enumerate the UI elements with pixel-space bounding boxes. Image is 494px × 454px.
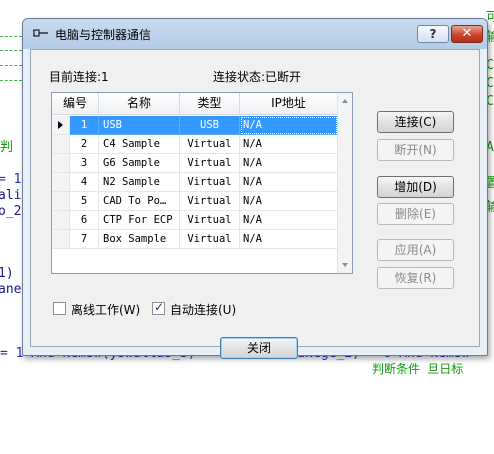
table-row[interactable]: 2 C4 Sample Virtual N/A — [52, 135, 338, 154]
apply-button[interactable]: 应用(A) — [377, 239, 454, 261]
row-name: CAD To Po… — [99, 192, 180, 211]
row-indicator — [52, 154, 70, 173]
delete-button[interactable]: 删除(E) — [377, 203, 454, 225]
row-ip: N/A — [240, 135, 338, 154]
row-indicator — [52, 135, 70, 154]
row-number: 2 — [70, 135, 99, 154]
row-type: Virtual — [180, 135, 240, 154]
scroll-up-arrow-icon[interactable] — [342, 99, 348, 103]
add-button[interactable]: 增加(D) — [377, 176, 454, 198]
disconnect-button[interactable]: 断开(N) — [377, 139, 454, 161]
code-line: o_2 — [0, 204, 22, 219]
code-chinese-char: 判 — [0, 140, 14, 155]
row-number: 5 — [70, 192, 99, 211]
row-ip: N/A — [240, 192, 338, 211]
row-number: 7 — [70, 230, 99, 249]
connection-plug-icon — [33, 27, 49, 39]
communication-dialog: 电脑与控制器通信 ? ✕ 目前连接:1 连接状态:已断开 编号 名称 类型 IP… — [22, 18, 488, 359]
dialog-titlebar[interactable]: 电脑与控制器通信 ? ✕ — [23, 19, 487, 49]
row-name: C4 Sample — [99, 135, 180, 154]
row-indicator — [52, 173, 70, 192]
column-header-type[interactable]: 类型 — [180, 93, 240, 115]
code-line: 1) — [0, 266, 14, 281]
dialog-body: 目前连接:1 连接状态:已断开 编号 名称 类型 IP地址 1 USB USB … — [30, 49, 480, 359]
row-number: 4 — [70, 173, 99, 192]
offline-work-checkbox[interactable] — [53, 302, 66, 315]
code-comment: 判断条件 旦日标 — [372, 362, 464, 376]
row-type: Virtual — [180, 192, 240, 211]
row-number: 6 — [70, 211, 99, 230]
table-row[interactable]: 4 N2 Sample Virtual N/A — [52, 173, 338, 192]
row-ip: N/A — [240, 154, 338, 173]
list-vertical-scrollbar[interactable] — [337, 93, 352, 273]
column-header-number[interactable]: 编号 — [52, 93, 99, 115]
table-row[interactable]: 1 USB USB N/A — [52, 116, 338, 135]
row-name: N2 Sample — [99, 173, 180, 192]
row-type: USB — [180, 116, 240, 135]
row-name: Box Sample — [99, 230, 180, 249]
code-dash-line — [0, 50, 22, 51]
code-line: = 1 — [0, 172, 22, 187]
row-indicator — [52, 116, 70, 135]
row-type: Virtual — [180, 230, 240, 249]
dialog-close-button[interactable]: 关闭 — [220, 337, 298, 359]
row-indicator — [52, 230, 70, 249]
row-name: USB — [99, 116, 180, 135]
row-type: Virtual — [180, 211, 240, 230]
checkmark-icon: ✓ — [154, 300, 165, 314]
row-name: G6 Sample — [99, 154, 180, 173]
row-ip: N/A — [240, 230, 338, 249]
row-name: CTP For ECP — [99, 211, 180, 230]
row-ip: N/A — [240, 116, 338, 135]
window-close-button[interactable]: ✕ — [451, 25, 483, 43]
row-type: Virtual — [180, 173, 240, 192]
restore-button[interactable]: 恢复(R) — [377, 267, 454, 289]
column-header-name[interactable]: 名称 — [99, 93, 180, 115]
table-row[interactable]: 7 Box Sample Virtual N/A — [52, 230, 338, 249]
table-row[interactable]: 5 CAD To Po… Virtual N/A — [52, 192, 338, 211]
row-type: Virtual — [180, 154, 240, 173]
connection-list[interactable]: 编号 名称 类型 IP地址 1 USB USB N/A 2 C4 Sample … — [51, 92, 353, 274]
current-connection-label: 目前连接:1 — [49, 70, 109, 84]
row-indicator — [52, 192, 70, 211]
row-number: 3 — [70, 154, 99, 173]
list-header: 编号 名称 类型 IP地址 — [52, 93, 338, 115]
table-row[interactable]: 6 CTP For ECP Virtual N/A — [52, 211, 338, 230]
column-header-ip[interactable]: IP地址 — [240, 93, 338, 115]
row-ip: N/A — [240, 211, 338, 230]
code-dash-line — [0, 65, 22, 66]
current-row-arrow-icon — [58, 121, 63, 129]
help-button[interactable]: ? — [417, 25, 449, 43]
row-indicator — [52, 211, 70, 230]
connection-status-label: 连接状态:已断开 — [213, 70, 302, 84]
row-ip: N/A — [240, 173, 338, 192]
code-dash-line — [0, 36, 22, 37]
scroll-down-arrow-icon[interactable] — [342, 263, 348, 267]
auto-connect-checkbox[interactable]: ✓ — [152, 300, 165, 315]
offline-work-label[interactable]: 离线工作(W) — [71, 301, 140, 318]
connect-button[interactable]: 连接(C) — [377, 111, 454, 133]
table-row[interactable]: 3 G6 Sample Virtual N/A — [52, 154, 338, 173]
auto-connect-label[interactable]: 自动连接(U) — [170, 301, 236, 318]
row-number: 1 — [70, 116, 99, 135]
code-dash-line — [0, 80, 22, 81]
dialog-title: 电脑与控制器通信 — [55, 28, 152, 42]
